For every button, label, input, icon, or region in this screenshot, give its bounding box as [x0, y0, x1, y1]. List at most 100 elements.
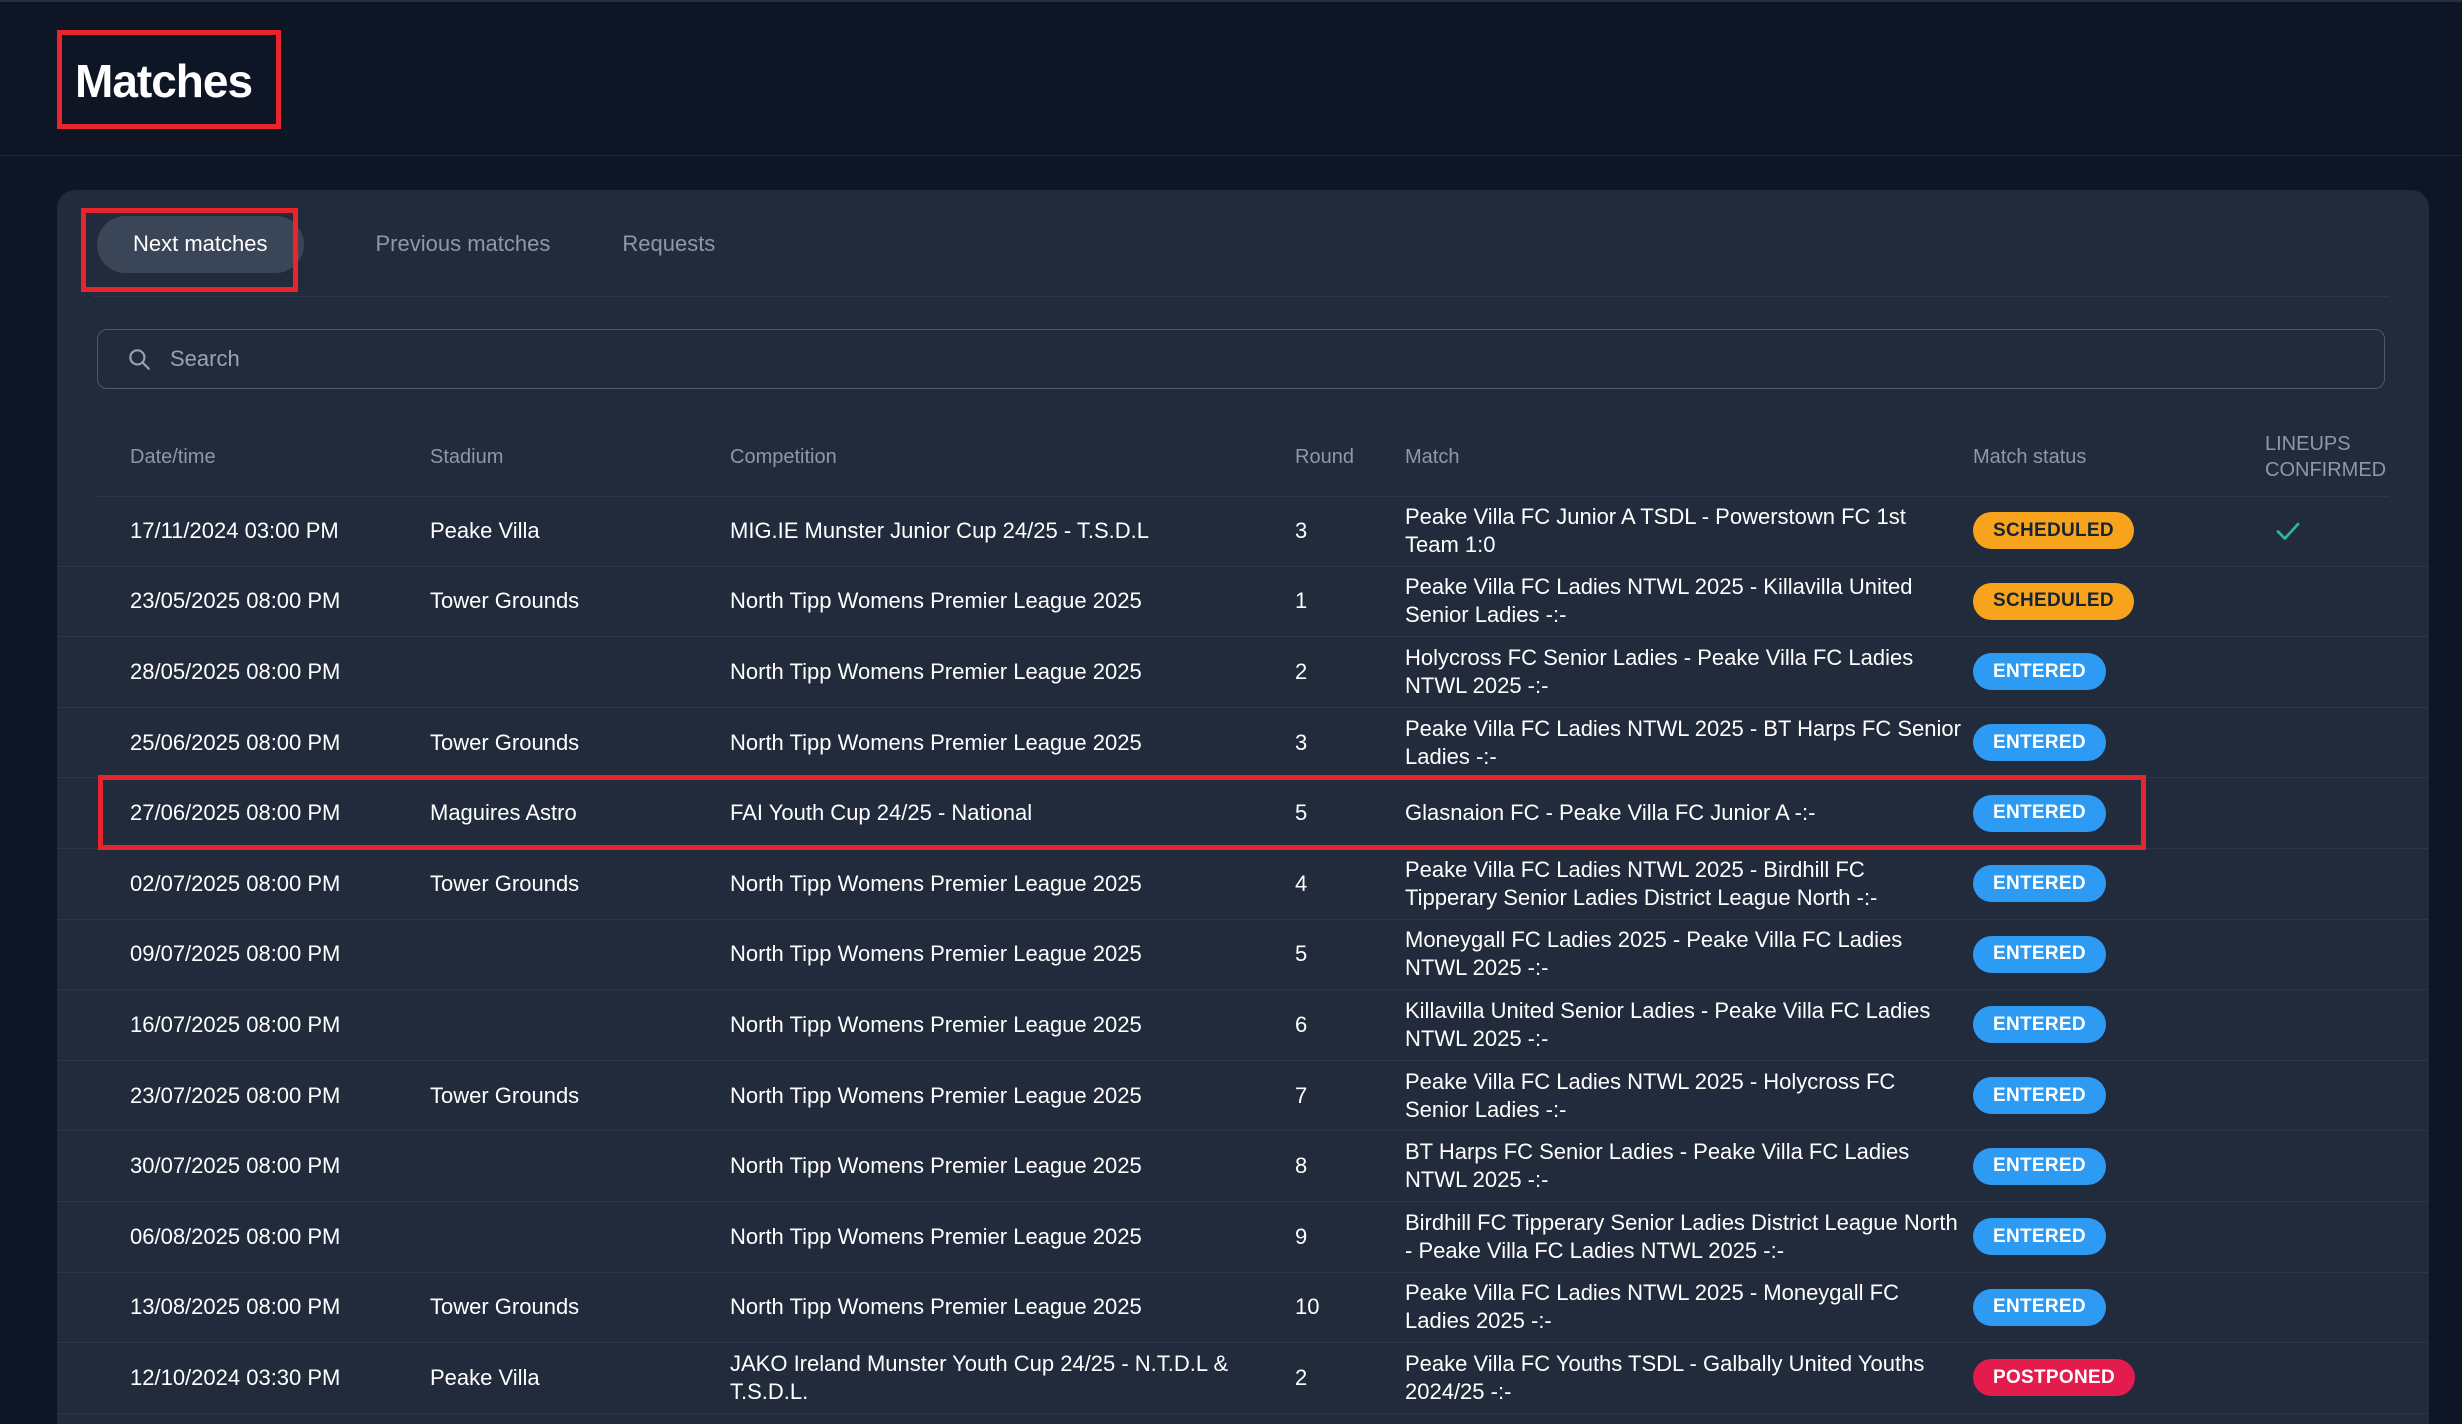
table-row[interactable]: 02/07/2025 08:00 PM Tower Grounds North … — [57, 849, 2429, 920]
cell-lineups-confirmed — [2265, 1061, 2335, 1131]
cell-lineups-confirmed — [2265, 990, 2335, 1060]
cell-datetime: 16/07/2025 08:00 PM — [130, 990, 420, 1060]
cell-datetime: 12/10/2024 03:30 PM — [130, 1343, 420, 1413]
tab-previous-matches[interactable]: Previous matches — [376, 231, 551, 257]
search-input[interactable] — [170, 330, 2384, 388]
cell-lineups-confirmed — [2265, 778, 2335, 848]
table-row[interactable]: 09/07/2025 08:00 PM North Tipp Womens Pr… — [57, 920, 2429, 991]
col-header-round: Round — [1295, 428, 1354, 486]
cell-match-status: ENTERED — [1973, 920, 2106, 990]
cell-match-status: ENTERED — [1973, 1202, 2106, 1272]
col-header-match: Match — [1405, 428, 1459, 486]
cell-round: 5 — [1295, 920, 1385, 990]
cell-match: Glasnaion FC - Peake Villa FC Junior A -… — [1405, 778, 1961, 848]
cell-competition: MIG.IE Munster Junior Cup 24/25 - T.S.D.… — [730, 496, 1280, 566]
cell-datetime: 09/07/2025 08:00 PM — [130, 920, 420, 990]
col-header-datetime: Date/time — [130, 428, 216, 486]
cell-stadium — [430, 920, 720, 990]
tab-requests[interactable]: Requests — [622, 231, 715, 257]
search-box[interactable] — [97, 329, 2385, 389]
status-badge: SCHEDULED — [1973, 512, 2134, 549]
cell-match: Peake Villa FC Ladies NTWL 2025 - Holycr… — [1405, 1061, 1961, 1131]
cell-competition: North Tipp Womens Premier League 2025 — [730, 990, 1280, 1060]
table-row[interactable]: 17/11/2024 03:00 PM Peake Villa MIG.IE M… — [57, 496, 2429, 567]
cell-stadium: Tower Grounds — [430, 849, 720, 919]
table-body: 17/11/2024 03:00 PM Peake Villa MIG.IE M… — [57, 496, 2429, 1414]
cell-match-status: POSTPONED — [1973, 1343, 2135, 1413]
cell-round: 5 — [1295, 778, 1385, 848]
table-row[interactable]: 30/07/2025 08:00 PM North Tipp Womens Pr… — [57, 1131, 2429, 1202]
cell-datetime: 17/11/2024 03:00 PM — [130, 496, 420, 566]
cell-competition: North Tipp Womens Premier League 2025 — [730, 849, 1280, 919]
table-row[interactable]: 23/07/2025 08:00 PM Tower Grounds North … — [57, 1061, 2429, 1132]
cell-datetime: 27/06/2025 08:00 PM — [130, 778, 420, 848]
tab-bar: Next matches Previous matches Requests — [97, 214, 715, 274]
cell-datetime: 30/07/2025 08:00 PM — [130, 1131, 420, 1201]
cell-lineups-confirmed — [2265, 496, 2335, 566]
cell-stadium: Tower Grounds — [430, 1273, 720, 1343]
cell-match-status: ENTERED — [1973, 637, 2106, 707]
cell-match-status: SCHEDULED — [1973, 567, 2134, 637]
cell-match: Killavilla United Senior Ladies - Peake … — [1405, 990, 1961, 1060]
status-badge: ENTERED — [1973, 795, 2106, 832]
col-header-stadium: Stadium — [430, 428, 503, 486]
cell-match-status: ENTERED — [1973, 1061, 2106, 1131]
cell-stadium: Tower Grounds — [430, 567, 720, 637]
table-header: Date/time Stadium Competition Round Matc… — [57, 428, 2429, 486]
cell-stadium: Tower Grounds — [430, 1061, 720, 1131]
cell-lineups-confirmed — [2265, 849, 2335, 919]
table-row[interactable]: 25/06/2025 08:00 PM Tower Grounds North … — [57, 708, 2429, 779]
cell-stadium — [430, 990, 720, 1060]
cell-competition: North Tipp Womens Premier League 2025 — [730, 708, 1280, 778]
cell-match-status: ENTERED — [1973, 1273, 2106, 1343]
cell-round: 2 — [1295, 637, 1385, 707]
tabs-divider — [93, 296, 2389, 297]
table-row[interactable]: 27/06/2025 08:00 PM Maguires Astro FAI Y… — [57, 778, 2429, 849]
cell-stadium: Maguires Astro — [430, 778, 720, 848]
status-badge: ENTERED — [1973, 1077, 2106, 1114]
cell-stadium — [430, 1131, 720, 1201]
table-row[interactable]: 23/05/2025 08:00 PM Tower Grounds North … — [57, 567, 2429, 638]
cell-match: BT Harps FC Senior Ladies - Peake Villa … — [1405, 1131, 1961, 1201]
cell-match: Moneygall FC Ladies 2025 - Peake Villa F… — [1405, 920, 1961, 990]
matches-card: Next matches Previous matches Requests D… — [57, 190, 2429, 1424]
cell-match-status: ENTERED — [1973, 778, 2106, 848]
cell-round: 9 — [1295, 1202, 1385, 1272]
cell-stadium: Tower Grounds — [430, 708, 720, 778]
cell-match: Peake Villa FC Ladies NTWL 2025 - Killav… — [1405, 567, 1961, 637]
cell-round: 3 — [1295, 708, 1385, 778]
cell-match-status: ENTERED — [1973, 1131, 2106, 1201]
cell-stadium — [430, 1202, 720, 1272]
status-badge: ENTERED — [1973, 865, 2106, 902]
cell-stadium — [430, 637, 720, 707]
cell-match-status: SCHEDULED — [1973, 496, 2134, 566]
cell-datetime: 25/06/2025 08:00 PM — [130, 708, 420, 778]
cell-lineups-confirmed — [2265, 637, 2335, 707]
cell-competition: FAI Youth Cup 24/25 - National — [730, 778, 1280, 848]
cell-competition: North Tipp Womens Premier League 2025 — [730, 1273, 1280, 1343]
table-row[interactable]: 12/10/2024 03:30 PM Peake Villa JAKO Ire… — [57, 1343, 2429, 1414]
cell-round: 10 — [1295, 1273, 1385, 1343]
cell-competition: North Tipp Womens Premier League 2025 — [730, 1202, 1280, 1272]
tab-next-matches[interactable]: Next matches — [97, 216, 304, 273]
cell-round: 1 — [1295, 567, 1385, 637]
table-row[interactable]: 28/05/2025 08:00 PM North Tipp Womens Pr… — [57, 637, 2429, 708]
cell-lineups-confirmed — [2265, 1202, 2335, 1272]
cell-lineups-confirmed — [2265, 1273, 2335, 1343]
cell-match: Peake Villa FC Ladies NTWL 2025 - BT Har… — [1405, 708, 1961, 778]
status-badge: ENTERED — [1973, 1148, 2106, 1185]
status-badge: ENTERED — [1973, 1006, 2106, 1043]
cell-match: Peake Villa FC Ladies NTWL 2025 - Moneyg… — [1405, 1273, 1961, 1343]
cell-lineups-confirmed — [2265, 920, 2335, 990]
table-row[interactable]: 13/08/2025 08:00 PM Tower Grounds North … — [57, 1273, 2429, 1344]
table-row[interactable]: 06/08/2025 08:00 PM North Tipp Womens Pr… — [57, 1202, 2429, 1273]
cell-stadium: Peake Villa — [430, 496, 720, 566]
cell-competition: North Tipp Womens Premier League 2025 — [730, 1131, 1280, 1201]
check-icon — [2273, 516, 2303, 546]
cell-match: Birdhill FC Tipperary Senior Ladies Dist… — [1405, 1202, 1961, 1272]
status-badge: POSTPONED — [1973, 1359, 2135, 1396]
cell-stadium: Peake Villa — [430, 1343, 720, 1413]
cell-datetime: 23/07/2025 08:00 PM — [130, 1061, 420, 1131]
status-badge: ENTERED — [1973, 653, 2106, 690]
table-row[interactable]: 16/07/2025 08:00 PM North Tipp Womens Pr… — [57, 990, 2429, 1061]
